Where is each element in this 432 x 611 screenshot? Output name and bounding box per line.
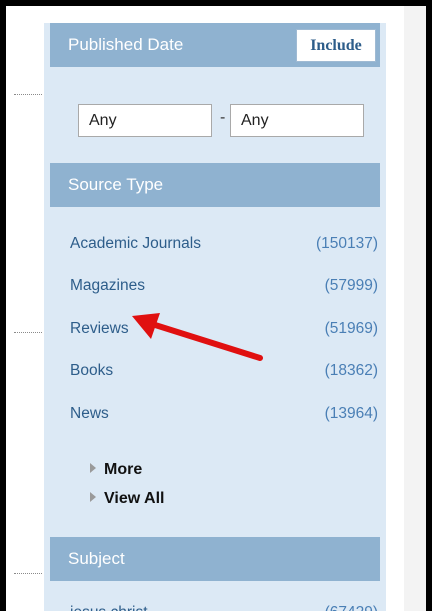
content-pane xyxy=(404,6,426,611)
facet-item-magazines[interactable]: Magazines (57999) xyxy=(70,274,378,298)
facet-count[interactable]: (57999) xyxy=(325,274,378,298)
subject-header[interactable]: Subject xyxy=(50,537,380,581)
facet-item-reviews[interactable]: Reviews (51969) xyxy=(70,317,378,341)
subject-title: Subject xyxy=(68,549,125,568)
view-all-label: View All xyxy=(104,490,165,507)
facet-label[interactable]: Magazines xyxy=(70,274,145,298)
source-type-title: Source Type xyxy=(68,175,164,194)
facet-count[interactable]: (51969) xyxy=(325,317,378,341)
date-from-input[interactable] xyxy=(78,104,212,137)
facet-label[interactable]: News xyxy=(70,402,109,426)
facet-item-books[interactable]: Books (18362) xyxy=(70,359,378,383)
screenshot-frame: Published Date Include - Source Type Aca… xyxy=(0,0,432,611)
facet-label[interactable]: Academic Journals xyxy=(70,232,201,256)
facet-count[interactable]: (18362) xyxy=(325,359,378,383)
date-separator: - xyxy=(220,109,226,126)
facet-label[interactable]: Reviews xyxy=(70,317,129,341)
divider xyxy=(14,94,42,95)
facet-item-jesus-christ[interactable]: jesus christ (67429) xyxy=(70,601,378,611)
triangle-right-icon xyxy=(90,492,96,502)
facet-item-news[interactable]: News (13964) xyxy=(70,402,378,426)
facet-count[interactable]: (67429) xyxy=(325,601,378,611)
divider xyxy=(14,332,42,333)
published-date-title: Published Date xyxy=(68,35,184,54)
view-all-link[interactable]: View All xyxy=(90,488,164,510)
more-label: More xyxy=(104,461,143,478)
facet-label[interactable]: jesus christ xyxy=(70,601,148,611)
source-type-header[interactable]: Source Type xyxy=(50,163,380,207)
facet-count[interactable]: (13964) xyxy=(325,402,378,426)
triangle-right-icon xyxy=(90,463,96,473)
facet-item-academic-journals[interactable]: Academic Journals (150137) xyxy=(70,232,378,256)
published-date-header[interactable]: Published Date Include xyxy=(50,23,380,67)
facet-label[interactable]: Books xyxy=(70,359,113,383)
more-link[interactable]: More xyxy=(90,459,142,481)
divider xyxy=(14,573,42,574)
facet-count[interactable]: (150137) xyxy=(316,232,378,256)
date-to-input[interactable] xyxy=(230,104,364,137)
include-button[interactable]: Include xyxy=(296,29,376,62)
facet-sidebar: Published Date Include - Source Type Aca… xyxy=(44,23,386,611)
